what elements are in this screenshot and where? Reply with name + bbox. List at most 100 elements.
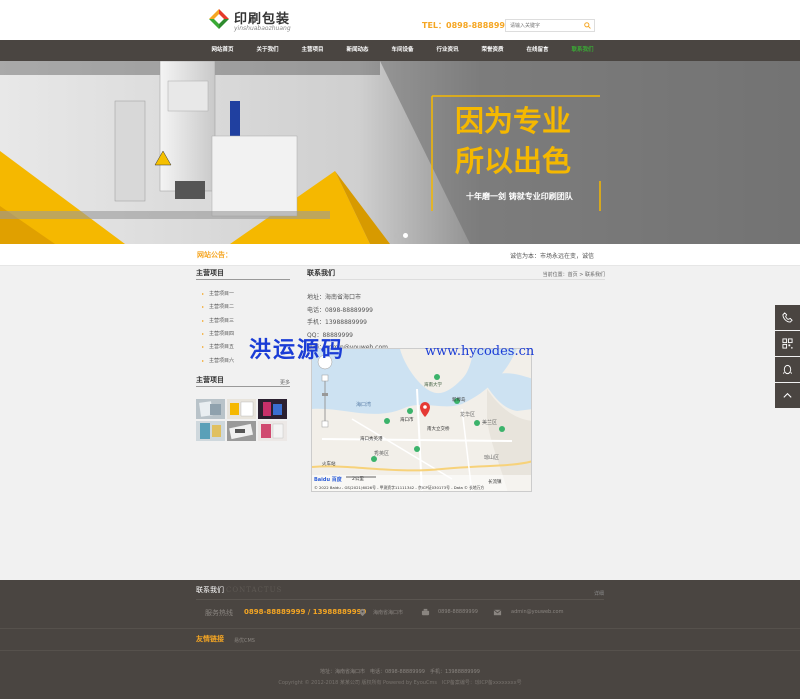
nav-list: 网站首页 关于我们 主营项目 新闻动态 车间设备 行业资讯 荣誉资质 在线留言 … <box>200 40 605 61</box>
product-thumb[interactable] <box>196 399 225 419</box>
sidebar-title: 主营项目 <box>196 268 290 280</box>
arrow-icon: ▸ <box>202 357 205 363</box>
map-label: 火车站 <box>322 462 336 467</box>
logo-text-en: yinshuabaozhuang <box>234 25 291 32</box>
map-copyright: © 2022 Baidu - GS(2021)6026号 - 甲测资字11111… <box>314 485 485 490</box>
map-brand[interactable]: Baidu 百度 <box>314 476 342 483</box>
footer-email[interactable]: admin@youweb.com <box>511 609 563 615</box>
float-phone-button[interactable] <box>775 305 800 330</box>
sidebar-item[interactable]: ▸ 主营项目三 <box>196 314 290 327</box>
notice-text[interactable]: 诚信为本：市场永远在变，诚信 <box>510 251 604 260</box>
nav-item-message[interactable]: 在线留言 <box>515 40 560 61</box>
header-tel: TEL：0898-88889999 <box>422 21 517 30</box>
search-icon[interactable] <box>584 22 591 29</box>
nav-item-honors[interactable]: 荣誉资质 <box>470 40 515 61</box>
footer-title: 联系我们 <box>196 586 224 594</box>
map-label: 琼山区 <box>484 455 500 461</box>
product-thumb[interactable] <box>196 421 225 441</box>
arrow-icon: ▸ <box>202 291 205 297</box>
map-scale: 2公里 <box>352 477 364 482</box>
float-qrcode-button[interactable] <box>775 331 800 356</box>
product-thumb[interactable] <box>227 399 256 419</box>
product-thumb[interactable] <box>258 399 287 419</box>
map-zoom-out-button[interactable] <box>322 421 328 427</box>
contact-mobile: 手机：13988889999 <box>307 319 367 326</box>
sidebar-title-2-label: 主营项目 <box>196 376 224 384</box>
baidu-map[interactable]: 海南大学 海口市 南大立交桥 海口秀英港 秀英区 琼山区 美兰区 海口湾 龙华区… <box>311 348 532 492</box>
product-thumb[interactable] <box>227 421 256 441</box>
sidebar-item[interactable]: ▸ 主营项目二 <box>196 300 290 313</box>
footer-address: 海南省海口市 <box>373 610 404 616</box>
contact-phone: 电话：0898-88889999 <box>307 306 373 314</box>
nav-item-news[interactable]: 新闻动态 <box>335 40 380 61</box>
hero-banner[interactable]: 因为专业 所以出色 十年磨一剑 铸就专业印刷团队 <box>0 61 800 244</box>
banner-dot-1[interactable] <box>394 233 399 238</box>
map-label: 龙华区 <box>460 412 476 418</box>
footer-tel: 0898-88889999 <box>438 609 478 615</box>
breadcrumb[interactable]: 当前位置：首页 > 联系我们 <box>543 271 605 278</box>
nav-item-industry[interactable]: 行业资讯 <box>425 40 470 61</box>
content-area: 联系我们 当前位置：首页 > 联系我们 地址：海南省海口市 电话：0898-88… <box>307 268 605 355</box>
map-label: 海口湾 <box>356 402 372 408</box>
sidebar-more-link[interactable]: 更多 <box>280 379 290 386</box>
floating-toolbar <box>775 305 800 409</box>
map-label: 新埠岛 <box>452 398 466 403</box>
banner-dot-2[interactable] <box>403 233 408 238</box>
phone-icon <box>421 608 430 616</box>
sidebar-item-label: 主营项目一 <box>209 291 235 298</box>
chevron-up-icon <box>783 392 792 398</box>
back-to-top-button[interactable] <box>775 383 800 408</box>
friend-link[interactable]: 易优CMS <box>234 637 255 644</box>
logo-mark-icon <box>209 9 229 29</box>
nav-item-about[interactable]: 关于我们 <box>245 40 290 61</box>
watermark-cn: 洪运源码 <box>249 338 346 363</box>
footer-title-en: CONTACTUS <box>226 586 283 594</box>
contact-address: 地址：海南省海口市 <box>307 294 362 301</box>
search-box <box>505 19 595 32</box>
map-label: 南大立交桥 <box>427 427 450 432</box>
sidebar-item-label: 主营项目三 <box>209 317 235 324</box>
sidebar-products: 主营项目 更多 <box>196 375 290 441</box>
map-label: 长流镇 <box>488 480 502 485</box>
friend-links-title: 友情链接 <box>196 635 224 643</box>
footer-hotline: 0898-88889999 / 13988889999 <box>244 608 367 616</box>
banner-headline-1: 因为专业 <box>455 104 572 138</box>
notice-label: 网站公告： <box>197 251 232 259</box>
map-label: 美兰区 <box>482 420 498 426</box>
map-label: 海南大学 <box>424 383 442 388</box>
location-icon <box>359 608 366 617</box>
site-footer: CONTACTUS 联系我们 详细 服务热线 0898-88889999 / 1… <box>0 580 800 699</box>
site-logo[interactable]: 印刷包装 yinshuabaozhuang <box>208 6 298 34</box>
footer-address-line: 地址：海南省海口市 电话：0898-88889999 手机：1398888999… <box>320 669 480 675</box>
nav-item-projects[interactable]: 主营项目 <box>290 40 335 61</box>
nav-item-equipment[interactable]: 车间设备 <box>380 40 425 61</box>
footer-copyright: Copyright © 2012-2018 某某公司 版权所有 Powered … <box>278 680 522 686</box>
map-label: 秀英区 <box>374 451 390 457</box>
sidebar-item-label: 主营项目五 <box>209 344 235 351</box>
product-thumbs <box>196 399 290 441</box>
contact-qq: QQ：88889999 <box>307 331 353 339</box>
footer-more-link[interactable]: 详细 <box>594 590 604 597</box>
sidebar-item-label: 主营项目六 <box>209 357 235 364</box>
watermark-url: www.hycodes.cn <box>425 344 535 359</box>
footer-separator-2 <box>0 650 800 651</box>
map-zoom-in-button[interactable] <box>322 375 328 381</box>
arrow-icon: ▸ <box>202 344 205 350</box>
product-thumb[interactable] <box>258 421 287 441</box>
banner-dots <box>394 233 408 238</box>
float-qq-button[interactable] <box>775 357 800 382</box>
footer-divider <box>196 599 604 600</box>
arrow-icon: ▸ <box>202 317 205 323</box>
banner-subtitle: 十年磨一剑 铸就专业印刷团队 <box>466 192 573 201</box>
nav-item-home[interactable]: 网站首页 <box>200 40 245 61</box>
banner-headline-2: 所以出色 <box>455 144 572 178</box>
nav-item-contact[interactable]: 联系我们 <box>560 40 605 61</box>
qq-icon <box>782 364 793 375</box>
qrcode-icon <box>782 338 793 349</box>
map-label: 海口市 <box>400 418 414 423</box>
phone-icon <box>782 312 793 323</box>
search-input[interactable] <box>506 20 580 31</box>
map-graphic <box>312 349 531 491</box>
sidebar-item[interactable]: ▸ 主营项目一 <box>196 287 290 300</box>
notice-bar: 网站公告： 诚信为本：市场永远在变，诚信 <box>0 244 800 266</box>
